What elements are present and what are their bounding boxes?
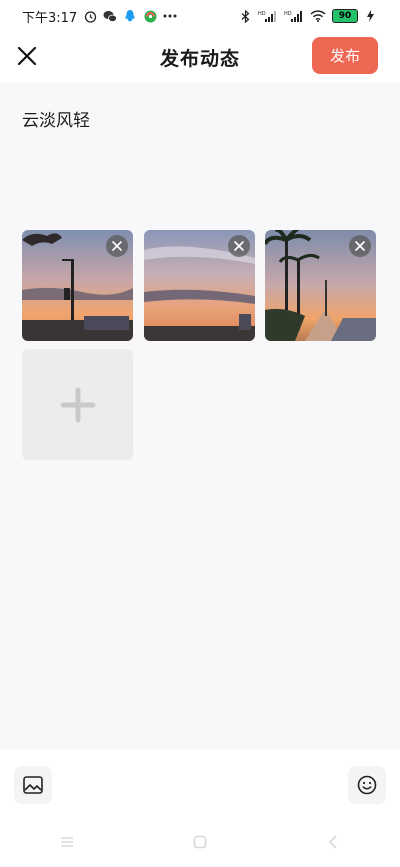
svg-text:HD: HD <box>258 11 266 17</box>
image-icon <box>23 776 43 794</box>
menu-nav-button[interactable] <box>52 830 82 854</box>
remove-photo-button[interactable] <box>106 235 128 257</box>
remove-photo-button[interactable] <box>228 235 250 257</box>
home-nav-button[interactable] <box>185 830 215 854</box>
sunset-palm-walkway-photo[interactable] <box>265 230 376 341</box>
close-icon <box>112 241 122 251</box>
sunset-sky-photo[interactable] <box>144 230 255 341</box>
composer-area[interactable]: 云淡风轻 <box>0 82 400 750</box>
app-icon <box>143 9 157 23</box>
status-time: 下午3:17 <box>22 10 78 26</box>
publish-button[interactable]: 发布 <box>312 37 378 74</box>
wechat-icon <box>103 9 118 23</box>
close-icon <box>234 241 244 251</box>
bluetooth-icon <box>238 9 252 23</box>
bottom-toolbar <box>0 750 400 867</box>
sunset-streetlamp-photo[interactable] <box>22 230 133 341</box>
more-dots-icon <box>163 9 177 23</box>
close-icon <box>355 241 365 251</box>
qq-icon <box>123 9 137 23</box>
signal-hd-icon: HD <box>284 9 304 23</box>
insert-emoji-button[interactable] <box>348 766 386 804</box>
charging-icon <box>364 9 378 23</box>
back-icon <box>329 835 337 849</box>
system-nav-bar <box>0 822 400 862</box>
wifi-icon <box>310 9 326 23</box>
close-icon <box>17 46 37 66</box>
menu-icon <box>60 837 73 847</box>
home-icon <box>193 835 207 849</box>
status-left: 下午3:17 <box>22 7 177 26</box>
signal-hd-icon: HD <box>258 9 278 23</box>
header: 发布动态 发布 <box>0 32 400 82</box>
status-right: HD HD 90 <box>238 9 378 23</box>
insert-image-button[interactable] <box>14 766 52 804</box>
back-nav-button[interactable] <box>318 830 348 854</box>
battery-icon: 90 <box>332 9 358 23</box>
add-photo-button[interactable] <box>22 349 133 460</box>
close-button[interactable] <box>14 43 40 69</box>
post-text-input[interactable]: 云淡风轻 <box>22 106 90 131</box>
remove-photo-button[interactable] <box>349 235 371 257</box>
alarm-icon <box>83 9 97 23</box>
plus-icon <box>60 387 95 422</box>
svg-text:HD: HD <box>284 11 292 17</box>
emoji-icon <box>357 775 377 795</box>
status-bar: 下午3:17 HD HD 90 <box>0 0 400 32</box>
page-title: 发布动态 <box>159 47 240 70</box>
